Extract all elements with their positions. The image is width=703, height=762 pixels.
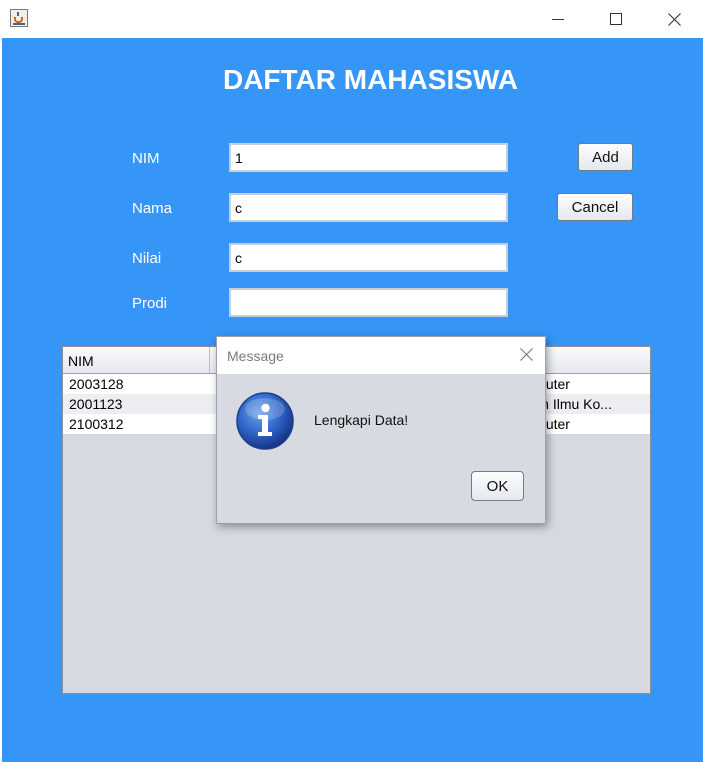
minimize-button[interactable]: [529, 0, 587, 38]
main-panel: DAFTAR MAHASISWA NIM Nama Nilai Prodi Ad…: [2, 38, 703, 762]
dialog-message: Lengkapi Data!: [314, 412, 409, 428]
close-icon[interactable]: [520, 348, 533, 361]
prodi-label: Prodi: [132, 295, 168, 312]
cell-nim: 2001123: [69, 396, 123, 412]
minimize-icon: [552, 18, 564, 20]
info-icon: [236, 392, 294, 450]
column-header-nim[interactable]: NIM: [63, 347, 210, 373]
dialog-title-bar: Message: [217, 337, 545, 374]
prodi-field[interactable]: [229, 288, 508, 317]
cell-nim: 2003128: [69, 376, 124, 392]
nilai-label: Nilai: [132, 250, 162, 267]
nilai-field[interactable]: [229, 243, 508, 272]
message-dialog: Message Lengkapi Data! OK: [216, 336, 546, 524]
cancel-button[interactable]: Cancel: [557, 193, 633, 221]
maximize-button[interactable]: [587, 0, 645, 38]
java-cup-icon[interactable]: [10, 9, 28, 27]
close-button[interactable]: [645, 0, 703, 38]
nama-field[interactable]: [229, 193, 508, 222]
nim-field[interactable]: [229, 143, 508, 172]
cell-nim: 2100312: [69, 416, 124, 432]
dialog-title: Message: [227, 348, 284, 364]
maximize-icon: [610, 13, 622, 25]
title-bar: [0, 0, 703, 38]
ok-button[interactable]: OK: [471, 471, 524, 501]
page-title: DAFTAR MAHASISWA: [222, 64, 518, 95]
add-button[interactable]: Add: [578, 143, 633, 171]
close-icon: [667, 12, 681, 26]
nama-label: Nama: [132, 200, 173, 217]
nim-label: NIM: [132, 150, 160, 167]
